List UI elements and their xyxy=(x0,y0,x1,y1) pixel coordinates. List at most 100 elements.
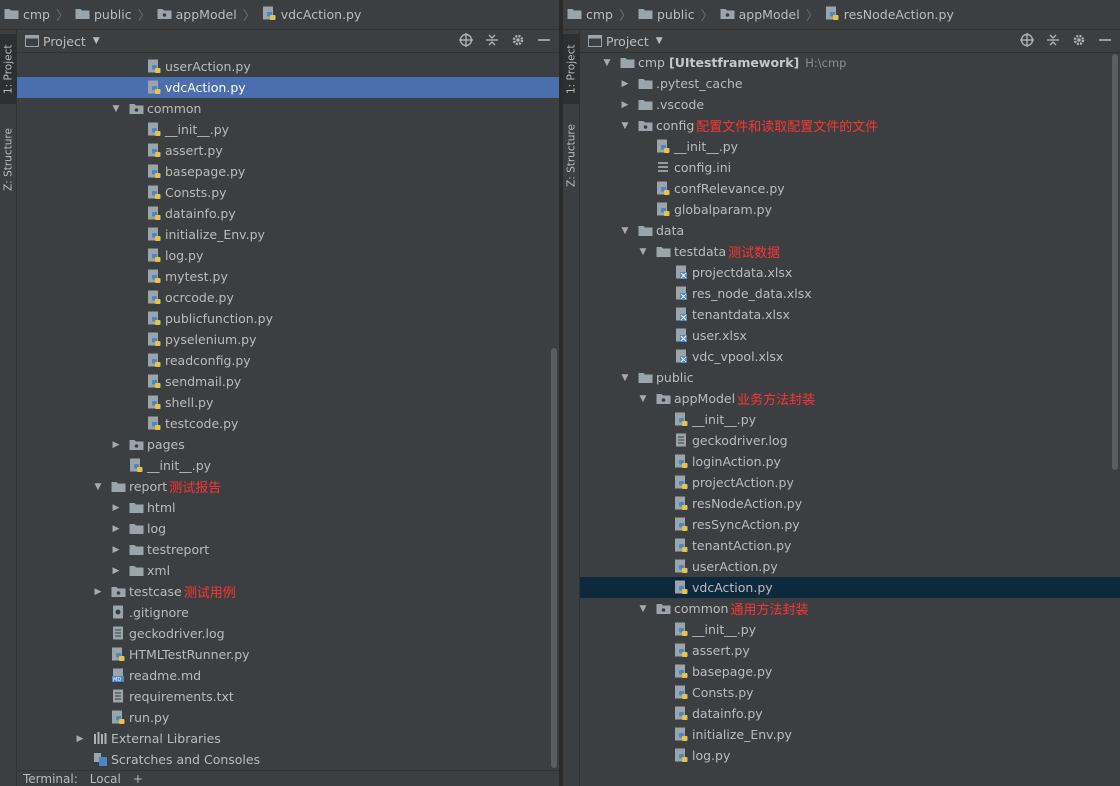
tree-node[interactable]: ▼ report 测试报告 xyxy=(17,476,559,497)
expand-arrow-icon[interactable]: ▼ xyxy=(638,394,648,404)
tree-node[interactable]: tenantdata.xlsx xyxy=(580,304,1120,325)
tree-node[interactable]: initialize_Env.py xyxy=(17,224,559,245)
collapse-arrow-icon[interactable]: ▶ xyxy=(111,440,121,450)
tree-node[interactable]: Scratches and Consoles xyxy=(17,749,559,770)
collapse-arrow-icon[interactable]: ▶ xyxy=(620,100,630,110)
locate-icon[interactable] xyxy=(1020,33,1034,50)
tree-node[interactable]: __init__.py xyxy=(580,409,1120,430)
tree-node[interactable]: res_node_data.xlsx xyxy=(580,283,1120,304)
collapse-arrow-icon[interactable]: ▶ xyxy=(111,503,121,513)
tree-node[interactable]: sendmail.py xyxy=(17,371,559,392)
collapse-arrow-icon[interactable]: ▶ xyxy=(111,545,121,555)
tree-node[interactable]: resSyncAction.py xyxy=(580,514,1120,535)
expand-arrow-icon[interactable]: ▼ xyxy=(620,226,630,236)
tree-node[interactable]: ▶ pages xyxy=(17,434,559,455)
tree-node[interactable]: ▼ testdata 测试数据 xyxy=(580,241,1120,262)
tree-node[interactable]: vdcAction.py xyxy=(580,577,1120,598)
right-project-view-selector[interactable]: Project ▼ xyxy=(580,33,663,49)
hide-icon[interactable] xyxy=(537,33,551,50)
tree-node[interactable]: readconfig.py xyxy=(17,350,559,371)
tree-node[interactable]: mytest.py xyxy=(17,266,559,287)
tree-node[interactable]: user.xlsx xyxy=(580,325,1120,346)
expand-arrow-icon[interactable]: ▼ xyxy=(93,482,103,492)
tree-node[interactable]: geckodriver.log xyxy=(17,623,559,644)
tree-node[interactable]: MD readme.md xyxy=(17,665,559,686)
tree-node[interactable]: globalparam.py xyxy=(580,199,1120,220)
breadcrumb-item[interactable]: appModel xyxy=(157,0,237,30)
collapse-all-icon[interactable] xyxy=(485,33,499,50)
tree-node[interactable]: userAction.py xyxy=(580,556,1120,577)
tree-node[interactable]: ▼ common 通用方法封装 xyxy=(580,598,1120,619)
tree-node[interactable]: __init__.py xyxy=(580,136,1120,157)
tree-node[interactable]: ▼ cmp [UItestframework] H:\cmp xyxy=(580,54,1120,73)
tree-node[interactable]: HTMLTestRunner.py xyxy=(17,644,559,665)
tree-node[interactable]: pyselenium.py xyxy=(17,329,559,350)
tree-node[interactable]: log.py xyxy=(580,745,1120,766)
settings-gear-icon[interactable] xyxy=(1072,33,1086,50)
left-structure-tool-tab[interactable]: Z: Structure xyxy=(0,120,17,200)
terminal-tab-local[interactable]: Local xyxy=(84,772,127,786)
tree-node[interactable]: shell.py xyxy=(17,392,559,413)
tree-node[interactable]: geckodriver.log xyxy=(580,430,1120,451)
tree-node[interactable]: ▶ testcase 测试用例 xyxy=(17,581,559,602)
tree-node[interactable]: datainfo.py xyxy=(17,203,559,224)
tree-node[interactable]: vdc_vpool.xlsx xyxy=(580,346,1120,367)
expand-arrow-icon[interactable]: ▼ xyxy=(111,104,121,114)
collapse-arrow-icon[interactable]: ▶ xyxy=(111,566,121,576)
tree-node[interactable]: vdcAction.py xyxy=(17,77,559,98)
tree-node[interactable]: publicfunction.py xyxy=(17,308,559,329)
tree-node[interactable]: ▶ .pytest_cache xyxy=(580,73,1120,94)
tree-node[interactable]: .gitignore xyxy=(17,602,559,623)
tree-node[interactable]: __init__.py xyxy=(580,619,1120,640)
tree-node[interactable]: ▼ common xyxy=(17,98,559,119)
tree-node[interactable]: ▶ .vscode xyxy=(580,94,1120,115)
new-terminal-button[interactable]: + xyxy=(127,772,149,786)
expand-arrow-icon[interactable]: ▼ xyxy=(620,373,630,383)
tree-node[interactable]: run.py xyxy=(17,707,559,728)
tree-node[interactable]: ▶ External Libraries xyxy=(17,728,559,749)
tree-node[interactable]: log.py xyxy=(17,245,559,266)
tree-node[interactable]: ▶ xml xyxy=(17,560,559,581)
collapse-arrow-icon[interactable]: ▶ xyxy=(620,79,630,89)
right-project-tool-tab[interactable]: 1: Project xyxy=(563,34,580,104)
tree-node[interactable]: ▼ public xyxy=(580,367,1120,388)
tree-node[interactable]: projectdata.xlsx xyxy=(580,262,1120,283)
tree-node[interactable]: ▶ log xyxy=(17,518,559,539)
tree-node[interactable]: ▶ html xyxy=(17,497,559,518)
breadcrumb-item[interactable]: vdcAction.py xyxy=(262,0,361,30)
collapse-arrow-icon[interactable]: ▶ xyxy=(75,734,85,744)
expand-arrow-icon[interactable]: ▼ xyxy=(602,58,612,68)
breadcrumb-item[interactable]: public xyxy=(75,0,132,30)
left-project-view-selector[interactable]: Project ▼ xyxy=(17,33,100,49)
expand-arrow-icon[interactable]: ▼ xyxy=(638,247,648,257)
left-project-tool-tab[interactable]: 1: Project xyxy=(0,34,17,104)
tree-node[interactable]: __init__.py xyxy=(17,119,559,140)
breadcrumb-item[interactable]: public xyxy=(638,0,695,30)
tree-node[interactable]: datainfo.py xyxy=(580,703,1120,724)
tree-node[interactable]: loginAction.py xyxy=(580,451,1120,472)
tree-node[interactable]: tenantAction.py xyxy=(580,535,1120,556)
tree-node[interactable]: ▶ testreport xyxy=(17,539,559,560)
tree-node[interactable]: resNodeAction.py xyxy=(580,493,1120,514)
tree-node[interactable]: ▼ appModel 业务方法封装 xyxy=(580,388,1120,409)
tree-node[interactable]: projectAction.py xyxy=(580,472,1120,493)
tree-node[interactable]: ▼ data xyxy=(580,220,1120,241)
right-structure-tool-tab[interactable]: Z: Structure xyxy=(563,116,580,196)
tree-node[interactable]: assert.py xyxy=(17,140,559,161)
breadcrumb-item[interactable]: cmp xyxy=(4,0,50,30)
settings-gear-icon[interactable] xyxy=(511,33,525,50)
expand-arrow-icon[interactable]: ▼ xyxy=(620,121,630,131)
collapse-all-icon[interactable] xyxy=(1046,33,1060,50)
tree-node[interactable]: basepage.py xyxy=(580,661,1120,682)
tree-node[interactable]: Consts.py xyxy=(580,682,1120,703)
tree-node[interactable]: confRelevance.py xyxy=(580,178,1120,199)
tree-node[interactable]: basepage.py xyxy=(17,161,559,182)
tree-node[interactable]: assert.py xyxy=(580,640,1120,661)
breadcrumb-item[interactable]: appModel xyxy=(720,0,800,30)
tree-node[interactable]: userAction.py xyxy=(17,56,559,77)
collapse-arrow-icon[interactable]: ▶ xyxy=(93,587,103,597)
tree-node[interactable]: testcode.py xyxy=(17,413,559,434)
hide-icon[interactable] xyxy=(1098,33,1112,50)
locate-icon[interactable] xyxy=(459,33,473,50)
tree-node[interactable]: requirements.txt xyxy=(17,686,559,707)
